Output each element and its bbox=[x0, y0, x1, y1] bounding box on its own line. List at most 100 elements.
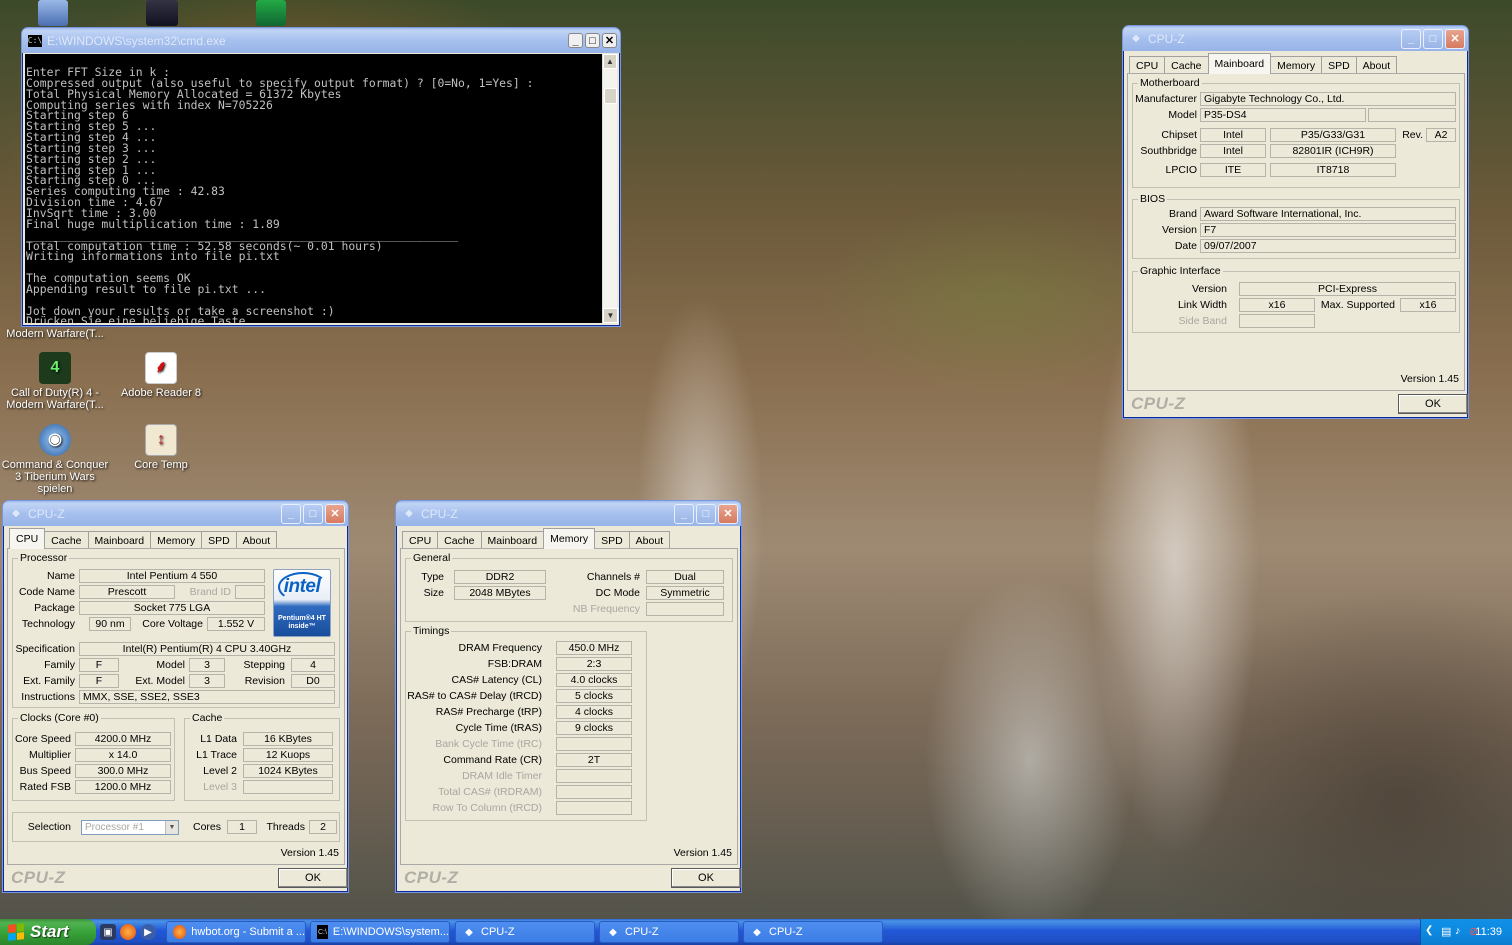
graphic-interface-group: Graphic Interface Version PCI-Express Li… bbox=[1132, 265, 1460, 333]
rated-fsb-label: Rated FSB bbox=[19, 781, 71, 793]
manufacturer-label: Manufacturer bbox=[1135, 93, 1197, 105]
cores-value: 1 bbox=[227, 820, 257, 834]
tab-about[interactable]: About bbox=[628, 531, 671, 549]
minimize-button[interactable]: _ bbox=[281, 503, 301, 524]
scroll-down-arrow-icon[interactable]: ▼ bbox=[603, 308, 618, 323]
maximize-button[interactable]: □ bbox=[303, 503, 323, 524]
ok-button[interactable]: OK bbox=[1398, 394, 1468, 414]
trcd-value: 5 clocks bbox=[556, 689, 632, 703]
cpuz-app-icon: ◆ bbox=[1132, 33, 1140, 44]
tab-spd[interactable]: SPD bbox=[201, 531, 237, 549]
taskbar-item-hwbot[interactable]: hwbot.org - Submit a ... bbox=[166, 921, 306, 943]
tab-about[interactable]: About bbox=[235, 531, 278, 549]
tab-spd[interactable]: SPD bbox=[594, 531, 630, 549]
tab-cache[interactable]: Cache bbox=[437, 531, 482, 549]
antivirus-icon[interactable]: ⊘ bbox=[1469, 925, 1478, 938]
close-button[interactable]: ✕ bbox=[1445, 28, 1465, 49]
stepping-label: Stepping bbox=[243, 659, 285, 671]
tab-cpu[interactable]: CPU bbox=[1129, 56, 1166, 74]
close-button[interactable]: ✕ bbox=[718, 503, 738, 524]
intel-logo-text: intel bbox=[283, 576, 321, 597]
desktop-icon-partial-3[interactable] bbox=[256, 0, 286, 26]
group-title: Processor bbox=[18, 552, 70, 564]
taskbar-item-cpuz-2[interactable]: ◆ CPU-Z bbox=[599, 921, 739, 943]
chevron-down-icon[interactable]: ▼ bbox=[165, 821, 178, 834]
tab-memory[interactable]: Memory bbox=[150, 531, 203, 549]
cpuz-titlebar[interactable]: ◆ CPU-Z _ □ ✕ bbox=[1123, 26, 1468, 51]
close-button[interactable]: ✕ bbox=[325, 503, 345, 524]
start-button[interactable]: Start bbox=[0, 919, 96, 945]
taskbar-item-label: CPU-Z bbox=[625, 926, 659, 938]
tab-spd[interactable]: SPD bbox=[1321, 56, 1357, 74]
firefox-icon[interactable] bbox=[120, 924, 136, 940]
core-speed-label: Core Speed bbox=[14, 733, 71, 745]
scroll-thumb[interactable] bbox=[604, 88, 617, 104]
taskbar-item-label: CPU-Z bbox=[769, 926, 803, 938]
clock[interactable]: 11:39 bbox=[1475, 926, 1502, 938]
trcd-label: RAS# to CAS# Delay (tRCD) bbox=[407, 690, 542, 702]
cpuz-mainboard-window[interactable]: ◆ CPU-Z _ □ ✕ CPU Cache Mainboard Memory… bbox=[1122, 25, 1469, 419]
minimize-button[interactable]: _ bbox=[1401, 28, 1421, 49]
desktop-icon-label-partial[interactable]: Modern Warfare(T... bbox=[0, 328, 110, 340]
cpuz-brand-logo: CPU-Z bbox=[404, 868, 459, 887]
tab-cache[interactable]: Cache bbox=[1164, 56, 1209, 74]
desktop-icon-cnc3[interactable]: ◉ Command & Conquer 3 Tiberium Wars spie… bbox=[0, 424, 110, 495]
cpuz-titlebar[interactable]: ◆ CPU-Z _ □ ✕ bbox=[3, 501, 348, 526]
tab-cpu[interactable]: CPU bbox=[402, 531, 439, 549]
cmd-titlebar[interactable]: C:\ E:\WINDOWS\system32\cmd.exe _ □ ✕ bbox=[22, 28, 620, 53]
command-rate-label: Command Rate (CR) bbox=[443, 754, 542, 766]
dram-frequency-label: DRAM Frequency bbox=[458, 642, 542, 654]
minimize-button[interactable]: _ bbox=[568, 33, 583, 48]
technology-label: Technology bbox=[21, 618, 75, 630]
taskbar-item-cpuz-1[interactable]: ◆ CPU-Z bbox=[455, 921, 595, 943]
vertical-scrollbar[interactable]: ▲ ▼ bbox=[602, 54, 618, 323]
brand-id-label: Brand ID bbox=[189, 586, 231, 598]
max-supported-label: Max. Supported bbox=[1320, 299, 1395, 311]
taskbar-item-cmd[interactable]: C:\ E:\WINDOWS\system... bbox=[310, 921, 450, 943]
version-label: Version 1.45 bbox=[673, 847, 732, 859]
media-player-icon[interactable]: ▶ bbox=[140, 924, 156, 940]
close-button[interactable]: ✕ bbox=[602, 33, 617, 48]
desktop-icon-label: Adobe Reader 8 bbox=[120, 387, 202, 399]
taskbar-item-label: hwbot.org - Submit a ... bbox=[191, 926, 305, 938]
desktop-icon-partial-2[interactable] bbox=[146, 0, 178, 26]
desktop-icon-cod4[interactable]: 4 Call of Duty(R) 4 - Modern Warfare(T..… bbox=[0, 352, 110, 411]
tray-chevron-icon[interactable]: ❮ bbox=[1425, 925, 1433, 936]
processor-select[interactable]: Processor #1 ▼ bbox=[81, 820, 179, 835]
network-icon[interactable]: ▤ bbox=[1441, 925, 1451, 938]
cpuz-titlebar[interactable]: ◆ CPU-Z _ □ ✕ bbox=[396, 501, 741, 526]
cmd-icon: C:\ bbox=[317, 925, 328, 939]
desktop-icon-partial-1[interactable] bbox=[38, 0, 68, 26]
scroll-up-arrow-icon[interactable]: ▲ bbox=[603, 54, 617, 69]
tab-cpu[interactable]: CPU bbox=[9, 528, 46, 549]
trc-value bbox=[556, 737, 632, 751]
cmd-window[interactable]: C:\ E:\WINDOWS\system32\cmd.exe _ □ ✕ En… bbox=[21, 27, 621, 327]
tab-strip: CPU Cache Mainboard Memory SPD About bbox=[1129, 53, 1398, 74]
desktop-icon-core-temp[interactable]: ↕ Core Temp bbox=[106, 424, 216, 471]
tab-memory[interactable]: Memory bbox=[543, 528, 596, 549]
row-to-column-value bbox=[556, 801, 632, 815]
minimize-button[interactable]: _ bbox=[674, 503, 694, 524]
brand-id-value bbox=[235, 585, 265, 599]
volume-icon[interactable]: ♪ bbox=[1455, 925, 1461, 937]
name-value: Intel Pentium 4 550 bbox=[79, 569, 265, 583]
taskbar-item-cpuz-3[interactable]: ◆ CPU-Z bbox=[743, 921, 883, 943]
cpuz-cpu-window[interactable]: ◆ CPU-Z _ □ ✕ CPU Cache Mainboard Memory… bbox=[2, 500, 349, 893]
tab-mainboard[interactable]: Mainboard bbox=[1207, 53, 1272, 74]
ok-button[interactable]: OK bbox=[671, 868, 741, 888]
codename-value: Prescott bbox=[79, 585, 175, 599]
ok-button[interactable]: OK bbox=[278, 868, 348, 888]
tab-mainboard[interactable]: Mainboard bbox=[87, 531, 152, 549]
maximize-button[interactable]: □ bbox=[1423, 28, 1443, 49]
tab-about[interactable]: About bbox=[1355, 56, 1398, 74]
tab-memory[interactable]: Memory bbox=[1270, 56, 1323, 74]
console-output[interactable]: Enter FFT Size in k : Compressed output … bbox=[25, 54, 602, 323]
maximize-button[interactable]: □ bbox=[696, 503, 716, 524]
desktop-icon-adobe-reader[interactable]: ⸙ Adobe Reader 8 bbox=[106, 352, 216, 399]
show-desktop-icon[interactable]: ▣ bbox=[100, 924, 116, 940]
maximize-button[interactable]: □ bbox=[585, 33, 600, 48]
tab-cache[interactable]: Cache bbox=[44, 531, 89, 549]
cpuz-memory-window[interactable]: ◆ CPU-Z _ □ ✕ CPU Cache Mainboard Memory… bbox=[395, 500, 742, 893]
core-voltage-value: 1.552 V bbox=[207, 617, 265, 631]
tab-mainboard[interactable]: Mainboard bbox=[480, 531, 545, 549]
